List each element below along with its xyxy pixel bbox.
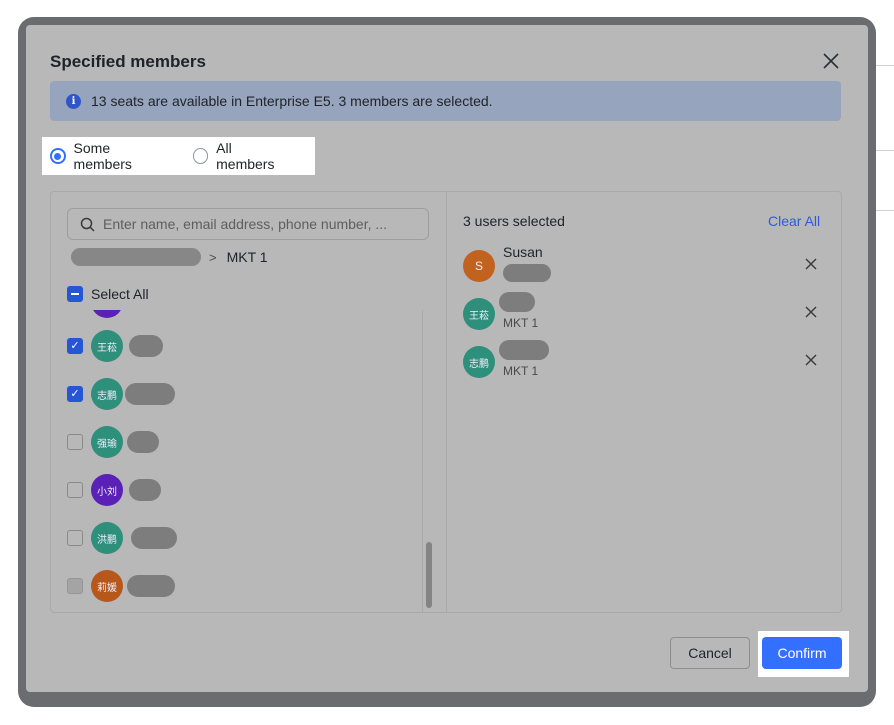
list-item[interactable]: 小刘 (67, 466, 161, 514)
breadcrumb-current: MKT 1 (226, 249, 268, 265)
member-scope-radio-group: Some members All members (42, 137, 315, 175)
selected-dept: MKT 1 (503, 316, 539, 330)
member-picker-panel: > MKT 1 Select All ✓ 王菘 ✓ 志鹏 强瑜 (50, 191, 842, 613)
selected-detail-redacted (503, 264, 551, 282)
confirm-button[interactable]: Confirm (762, 637, 842, 669)
avatar: 莉媛 (91, 570, 123, 602)
close-icon (823, 53, 839, 69)
selected-item: 志鹏 MKT 1 (463, 338, 833, 386)
selected-name: Susan (503, 244, 543, 260)
remove-icon (805, 306, 817, 318)
remove-button[interactable] (803, 304, 819, 320)
member-name-redacted (125, 383, 175, 405)
selected-name-redacted (499, 292, 535, 312)
remove-icon (805, 354, 817, 366)
chevron-right-icon: > (209, 249, 217, 265)
remove-button[interactable] (803, 352, 819, 368)
list-item[interactable]: ✓ 王菘 (67, 322, 163, 370)
checkbox[interactable] (67, 482, 83, 498)
checkbox-checked[interactable]: ✓ (67, 386, 83, 402)
search-icon (80, 217, 95, 232)
checkbox[interactable] (67, 434, 83, 450)
member-name-redacted (127, 575, 175, 597)
breadcrumb-root-redacted[interactable] (71, 248, 201, 266)
radio-label: Some members (73, 140, 132, 172)
list-item[interactable]: 洪鹏 (67, 514, 177, 562)
member-name-redacted (131, 527, 177, 549)
checkbox[interactable] (67, 530, 83, 546)
radio-some-members[interactable]: Some members (50, 140, 169, 172)
radio-all-members[interactable]: All members (192, 140, 291, 172)
avatar: 志鹏 (463, 346, 495, 378)
selected-name-redacted (499, 340, 549, 360)
cancel-button[interactable]: Cancel (670, 637, 750, 669)
avatar: 志鹏 (91, 378, 123, 410)
avatar (91, 310, 123, 318)
info-icon: i (66, 93, 81, 109)
list-item[interactable]: ✓ 志鹏 (67, 370, 175, 418)
avatar: S (463, 250, 495, 282)
remove-icon (805, 258, 817, 270)
selected-item: S Susan (463, 242, 833, 290)
avatar: 王菘 (463, 298, 495, 330)
avatar: 强瑜 (91, 426, 123, 458)
list-item[interactable]: 莉媛 (67, 562, 175, 610)
checkbox-disabled (67, 578, 83, 594)
select-all-label: Select All (91, 286, 149, 302)
clear-all-link[interactable]: Clear All (768, 213, 820, 229)
radio-button[interactable] (192, 148, 209, 164)
avatar: 王菘 (91, 330, 123, 362)
remove-button[interactable] (803, 256, 819, 272)
selected-dept: MKT 1 (503, 364, 539, 378)
seat-notice-banner: i 13 seats are available in Enterprise E… (50, 81, 841, 121)
selected-count: 3 users selected (463, 213, 565, 229)
member-name-redacted (129, 479, 161, 501)
panel-divider (446, 192, 447, 612)
scrollbar-thumb[interactable] (426, 542, 432, 608)
breadcrumb: > MKT 1 (71, 248, 268, 266)
member-name-redacted (129, 335, 163, 357)
avatar: 小刘 (91, 474, 123, 506)
seat-notice-text: 13 seats are available in Enterprise E5.… (91, 93, 493, 109)
close-button[interactable] (819, 49, 843, 73)
avatar: 洪鹏 (91, 522, 123, 554)
dialog-title: Specified members (50, 52, 206, 71)
list-item[interactable]: 强瑜 (67, 418, 159, 466)
specified-members-dialog: Specified members i 13 seats are availab… (26, 25, 868, 692)
search-input[interactable] (103, 216, 423, 232)
member-list: ✓ 王菘 ✓ 志鹏 强瑜 小刘 洪鹏 莉媛 (51, 310, 445, 612)
select-all-checkbox[interactable]: Select All (67, 286, 149, 302)
search-box[interactable] (67, 208, 429, 240)
member-name-redacted (127, 431, 159, 453)
radio-button-checked[interactable] (50, 148, 66, 164)
checkbox-checked[interactable]: ✓ (67, 338, 83, 354)
radio-label: All members (216, 140, 275, 172)
checkbox-indeterminate[interactable] (67, 286, 83, 302)
selected-item: 王菘 MKT 1 (463, 290, 833, 338)
